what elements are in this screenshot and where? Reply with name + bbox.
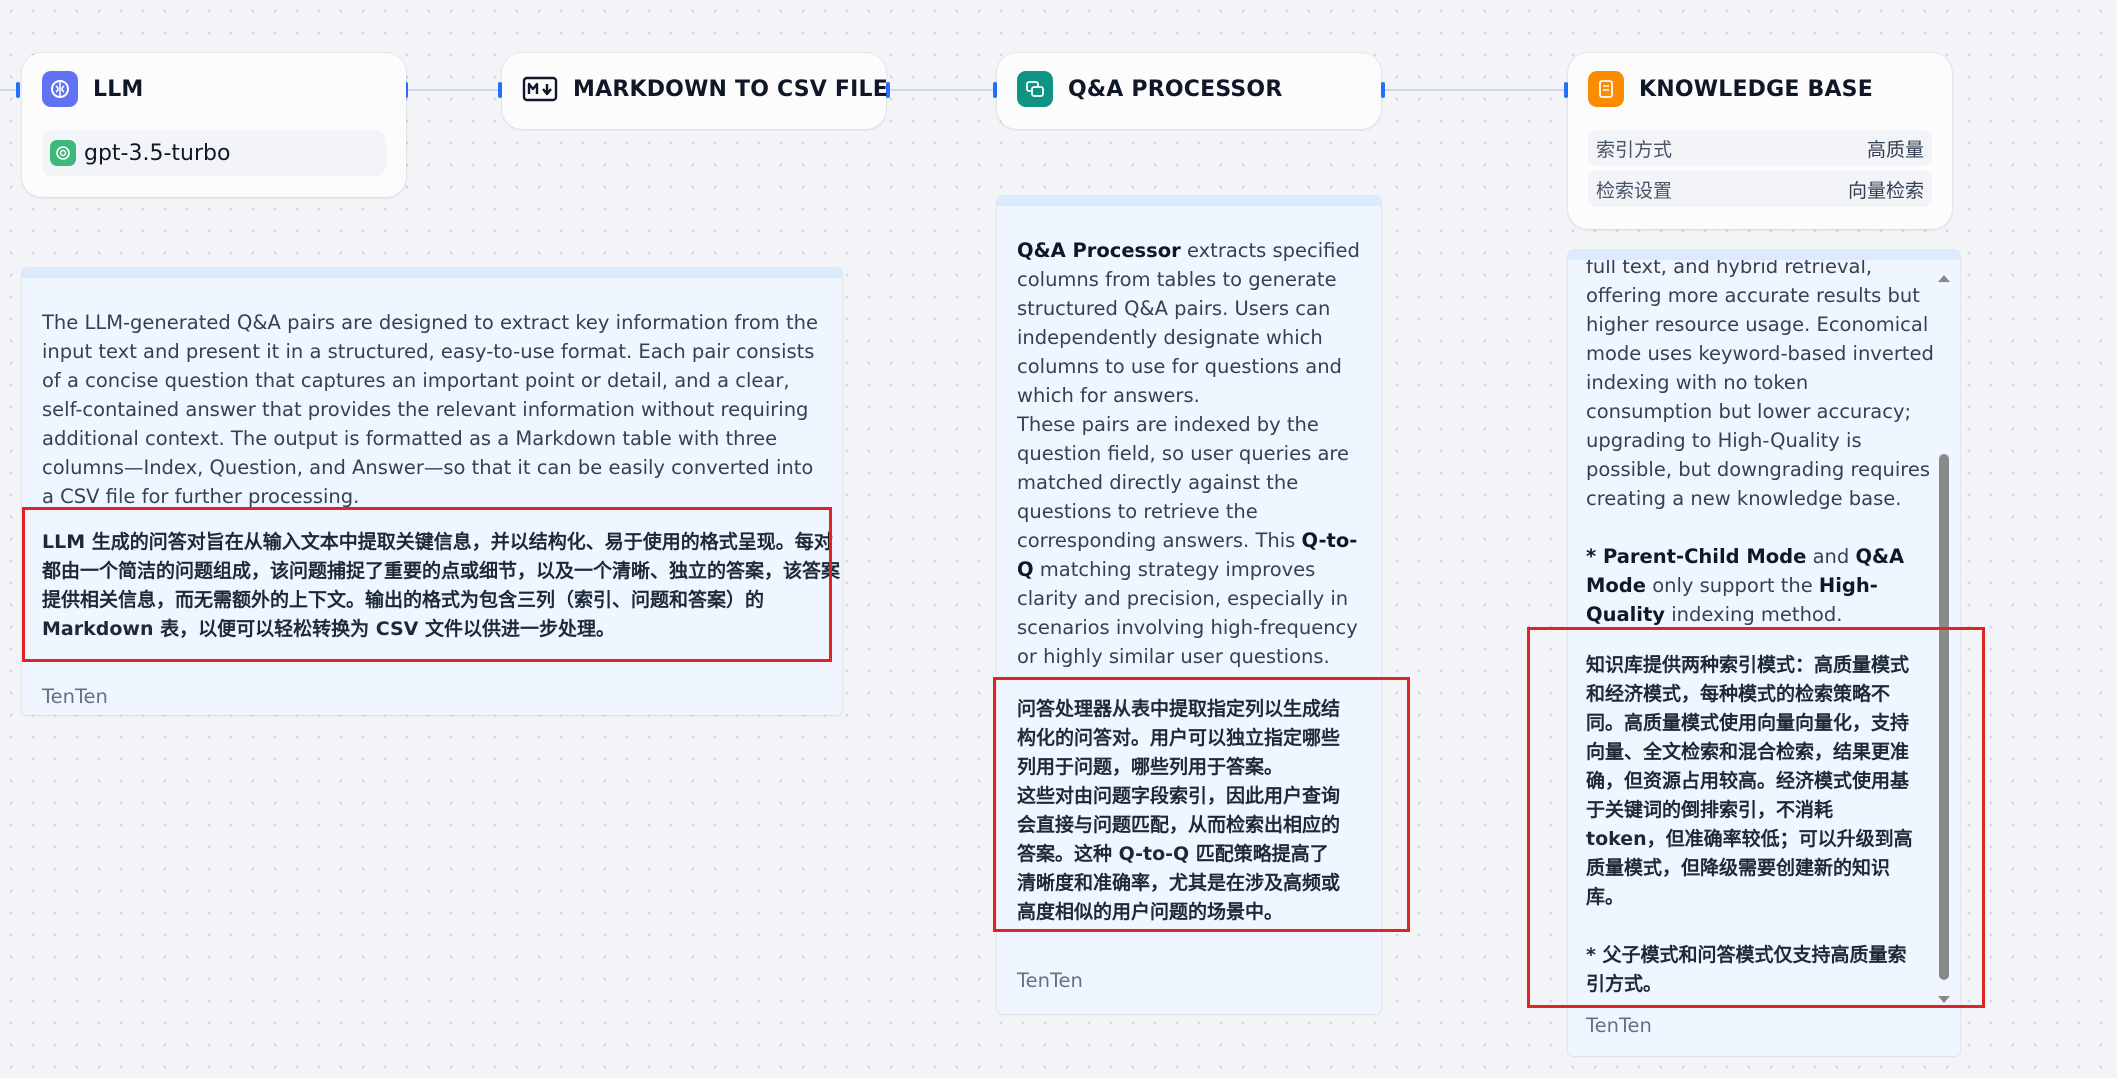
workflow-canvas[interactable]: { "nodes": { "llm": { "title": "LLM", "m… (0, 0, 2117, 1078)
kb-index-method-value: 高质量 (1866, 138, 1924, 161)
kb-index-method-label: 索引方式 (1596, 138, 1673, 161)
llm-note-highlight-box (22, 507, 832, 662)
llm-node[interactable]: LLM gpt-3.5-turbo (22, 53, 406, 197)
qa-note-text-2: These pairs are indexed by the question … (1017, 413, 1349, 552)
edge-llm-to-markdown (406, 89, 500, 91)
kb-retrieval-setting-label: 检索设置 (1596, 179, 1673, 202)
knowledge-base-node[interactable]: KNOWLEDGE BASE 索引方式 高质量 检索设置 向量检索 (1568, 53, 1952, 229)
kb-retrieval-setting-value: 向量检索 (1847, 179, 1924, 202)
qa-processor-node[interactable]: Q&A PROCESSOR (997, 53, 1381, 129)
kb-note-highlight-box (1527, 627, 1985, 1008)
llm-node-header: LLM (42, 71, 144, 107)
llm-note-english: The LLM-generated Q&A pairs are designed… (42, 311, 818, 508)
model-selector[interactable]: gpt-3.5-turbo (42, 130, 386, 176)
markdown-icon (522, 71, 558, 107)
llm-input-handle[interactable] (16, 82, 20, 98)
kb-note-author: TenTen (1586, 1014, 1652, 1037)
markdown-to-csv-node[interactable]: MARKDOWN TO CSV FILE (502, 53, 888, 129)
kb-index-method-row: 索引方式 高质量 (1588, 130, 1932, 166)
qa-note-paragraph-1: Q&A Processor extracts specified columns… (1017, 236, 1367, 410)
qa-note-text-1: extracts specified columns from tables t… (1017, 239, 1360, 407)
kb-retrieval-setting-row: 检索设置 向量检索 (1588, 171, 1932, 207)
markdown-node-title: MARKDOWN TO CSV FILE (573, 76, 888, 102)
scroll-up-arrow-icon (1938, 275, 1950, 282)
llm-note-author: TenTen (42, 685, 108, 708)
kb-note-english-1: offering more accurate results but highe… (1586, 284, 1934, 510)
qa-note-highlight-box (993, 677, 1410, 932)
qa-note-author: TenTen (1017, 969, 1083, 992)
model-name: gpt-3.5-turbo (84, 140, 231, 166)
qa-note-english: Q&A Processor extracts specified columns… (1017, 236, 1367, 671)
edge-qa-to-kb (1384, 89, 1566, 91)
chat-bubbles-icon (1017, 71, 1053, 107)
edge-markdown-to-qa (889, 89, 995, 91)
qa-node-header: Q&A PROCESSOR (1017, 71, 1282, 107)
kb-note-partial-line: full text, and hybrid retrieval, (1586, 255, 1873, 278)
openai-icon (50, 140, 76, 166)
kb-node-header: KNOWLEDGE BASE (1588, 71, 1873, 107)
brain-icon (42, 71, 78, 107)
book-icon (1588, 71, 1624, 107)
qa-note-paragraph-2: These pairs are indexed by the question … (1017, 410, 1367, 671)
llm-node-title: LLM (93, 76, 144, 102)
qa-note-bold-title: Q&A Processor (1017, 239, 1181, 262)
qa-output-handle[interactable] (1381, 82, 1385, 98)
kb-node-title: KNOWLEDGE BASE (1639, 76, 1873, 102)
kb-note-spacer-1 (1586, 513, 1936, 542)
qa-node-title: Q&A PROCESSOR (1068, 76, 1283, 102)
kb-note-english-2: * Parent-Child Mode and Q&A Mode only su… (1586, 545, 1905, 626)
qa-note-text-3: matching strategy improves clarity and p… (1017, 558, 1358, 668)
markdown-node-header: MARKDOWN TO CSV FILE (522, 71, 888, 107)
